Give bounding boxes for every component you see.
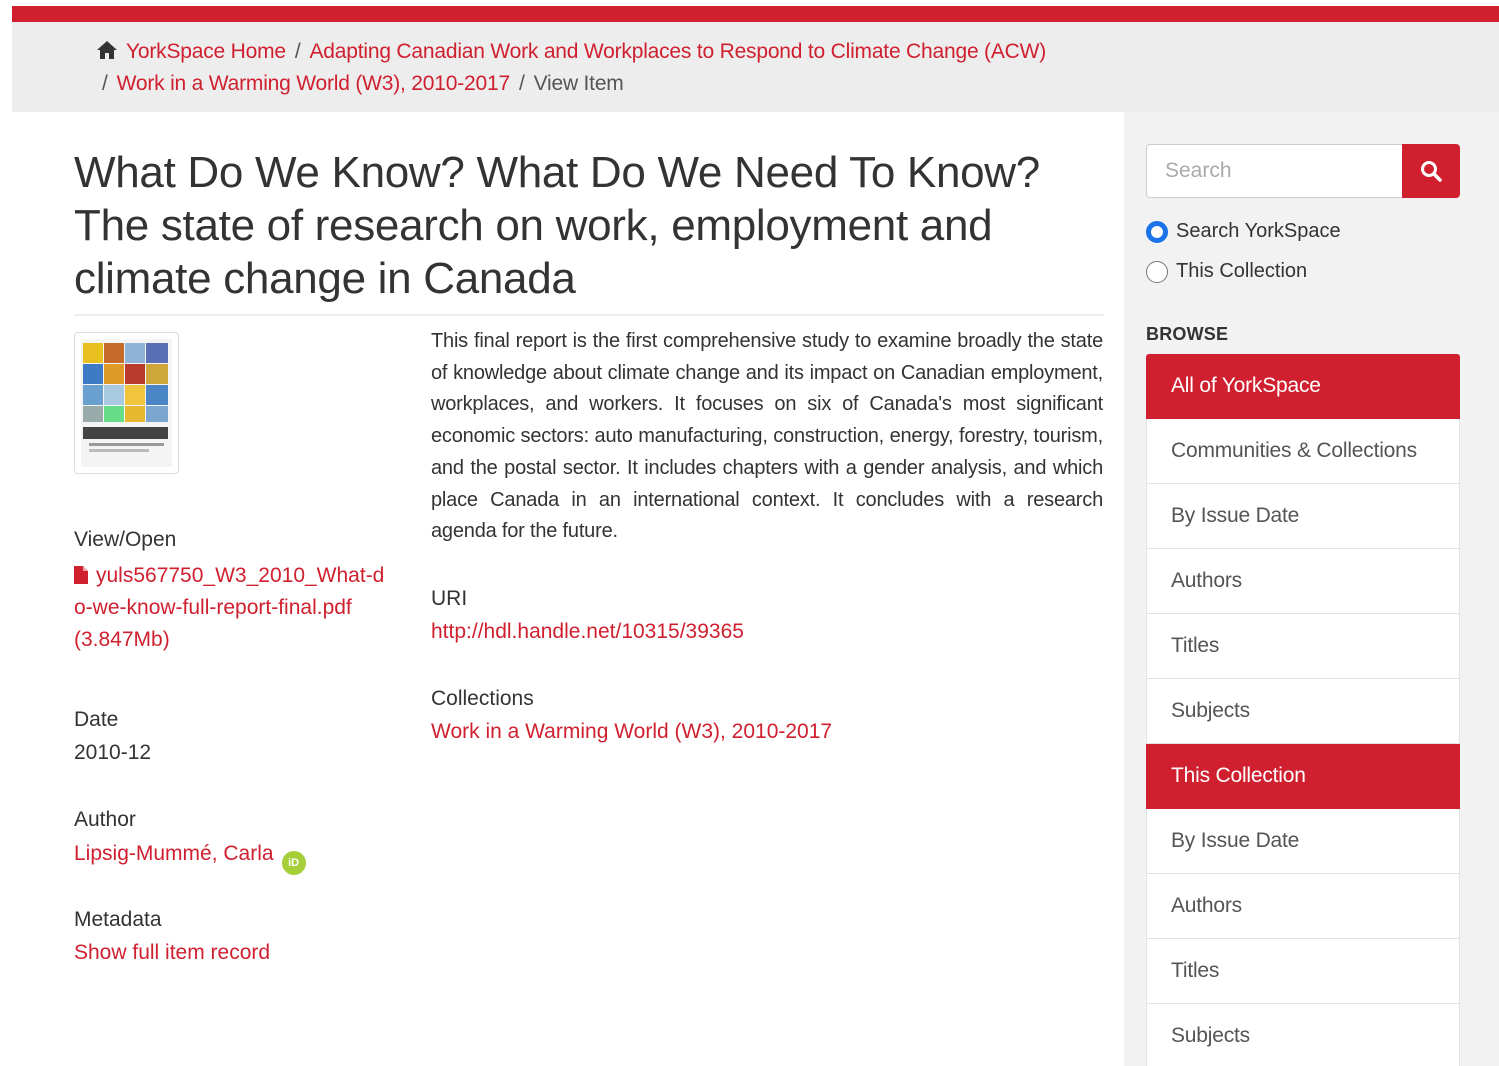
breadcrumb-community-link[interactable]: Adapting Canadian Work and Workplaces to… <box>310 40 1047 63</box>
author-label: Author <box>74 808 136 831</box>
browse-heading: BROWSE <box>1146 324 1229 344</box>
scope-yorkspace-radio[interactable] <box>1146 220 1168 243</box>
nav-item-collection-titles[interactable]: Titles <box>1146 939 1460 1004</box>
thumbnail-image <box>81 339 172 467</box>
breadcrumb-current: View Item <box>533 72 624 95</box>
title-divider <box>74 314 1104 316</box>
breadcrumb-separator: / <box>294 40 301 63</box>
file-download-link[interactable]: yuls567750_W3_2010_What-do-we-know-full-… <box>74 564 384 619</box>
view-open-label: View/Open <box>74 528 177 551</box>
collections-label: Collections <box>431 687 534 710</box>
author-link[interactable]: Lipsig-Mummé, Carla <box>74 842 274 865</box>
breadcrumb: YorkSpace Home / Adapting Canadian Work an… <box>96 36 1046 100</box>
top-accent-bar <box>12 6 1499 22</box>
breadcrumb-separator: / <box>518 72 525 95</box>
nav-heading-collection: This Collection <box>1146 744 1460 809</box>
collection-link[interactable]: Work in a Warming World (W3), 2010-2017 <box>431 716 832 748</box>
item-abstract: This final report is the first comprehen… <box>431 330 1103 543</box>
scope-collection-option[interactable]: This Collection <box>1146 260 1307 283</box>
scope-collection-label: This Collection <box>1176 260 1308 282</box>
search-icon <box>1421 161 1442 182</box>
scope-collection-radio[interactable] <box>1146 260 1168 283</box>
uri-link[interactable]: http://hdl.handle.net/10315/39365 <box>431 616 744 648</box>
scope-yorkspace-option[interactable]: Search YorkSpace <box>1146 220 1341 243</box>
date-value: 2010-12 <box>74 741 152 764</box>
nav-item-titles[interactable]: Titles <box>1146 614 1460 679</box>
nav-item-subjects[interactable]: Subjects <box>1146 679 1460 744</box>
file-download: yuls567750_W3_2010_What-do-we-know-full-… <box>74 560 394 656</box>
show-full-record-link[interactable]: Show full item record <box>74 937 270 969</box>
orcid-icon[interactable]: iD <box>281 851 306 875</box>
breadcrumb-separator: / <box>102 72 108 95</box>
file-size[interactable]: (3.847Mb) <box>74 624 394 656</box>
nav-item-collection-by-issue-date[interactable]: By Issue Date <box>1146 809 1460 874</box>
nav-item-by-issue-date[interactable]: By Issue Date <box>1146 484 1460 549</box>
item-thumbnail[interactable] <box>74 332 179 474</box>
breadcrumb-home-link[interactable]: YorkSpace Home <box>126 40 286 63</box>
nav-item-collection-authors[interactable]: Authors <box>1146 874 1460 939</box>
nav-item-collection-subjects[interactable]: Subjects <box>1146 1004 1460 1066</box>
author-row: Lipsig-Mummé, Carla iD <box>74 838 306 875</box>
search-button[interactable] <box>1402 144 1460 198</box>
breadcrumb-collection-link[interactable]: Work in a Warming World (W3), 2010-2017 <box>117 72 510 95</box>
browse-nav: All of YorkSpace Communities & Collectio… <box>1146 354 1460 1066</box>
page-title: What Do We Know? What Do We Need To Know… <box>74 148 1040 303</box>
nav-item-communities[interactable]: Communities & Collections <box>1146 419 1460 484</box>
scope-yorkspace-label: Search YorkSpace <box>1176 220 1341 242</box>
date-label: Date <box>74 708 119 731</box>
nav-heading-all: All of YorkSpace <box>1146 354 1460 419</box>
nav-item-authors[interactable]: Authors <box>1146 549 1460 614</box>
home-icon <box>97 41 117 59</box>
uri-label: URI <box>431 587 468 610</box>
search-input[interactable] <box>1146 144 1402 198</box>
metadata-label: Metadata <box>74 908 162 931</box>
pdf-icon <box>74 566 88 584</box>
